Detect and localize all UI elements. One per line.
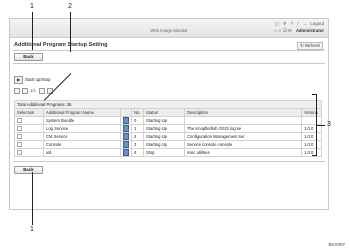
- document-icon[interactable]: [123, 133, 129, 140]
- home-icon[interactable]: ▢: [275, 21, 279, 26]
- col-version: Version: [301, 108, 322, 117]
- document-icon[interactable]: [123, 117, 129, 124]
- prev-page-icon[interactable]: [22, 88, 28, 94]
- table-row: System Bundle 0 Starting Up: [14, 116, 322, 125]
- info-icon[interactable]: i: [297, 21, 298, 26]
- col-selection: Selection: [14, 108, 44, 117]
- callout-line-4: [32, 172, 33, 225]
- figure-id: BKX007: [328, 242, 345, 247]
- header-row2: ⌂ ☆ ☑ ✉ Administrator: [274, 28, 324, 34]
- row-checkbox[interactable]: [17, 133, 22, 139]
- callout-line-1: [32, 12, 33, 50]
- table-row: Console 3 Starting Up Service console co…: [14, 140, 322, 149]
- col-no: No.: [131, 108, 144, 117]
- start-stop-icon: ▶: [14, 76, 23, 84]
- col-name: Additional Program Name: [43, 108, 121, 117]
- callout-line-2: [70, 12, 71, 52]
- row-checkbox[interactable]: [17, 141, 22, 147]
- callout-number-1: 1: [30, 3, 34, 10]
- col-description: Description: [184, 108, 302, 117]
- header-icons: ▢ ⚲ ? i → Logout: [272, 21, 324, 27]
- callout-bracket-3-bottom: [312, 155, 317, 156]
- refresh-button[interactable]: ↻ Refresh: [297, 42, 323, 50]
- next-page-icon[interactable]: [39, 88, 45, 94]
- table-header-row: Selection Additional Program Name No. St…: [14, 108, 322, 117]
- search-icon[interactable]: ⚲: [283, 21, 286, 26]
- table-caption: Total Additional Programs: 36: [14, 100, 322, 109]
- document-icon[interactable]: [123, 125, 129, 132]
- divider: [13, 161, 325, 162]
- document-icon[interactable]: [123, 149, 129, 156]
- back-button-top[interactable]: Back: [14, 53, 43, 61]
- program-table: Total Additional Programs: 36 Selection …: [14, 100, 322, 157]
- row-checkbox[interactable]: [17, 149, 22, 155]
- header-bar: ▢ ⚲ ? i → Logout Web Image Monitor ⌂ ☆ ☑ …: [10, 19, 328, 38]
- callout-bracket-3-top: [312, 94, 317, 95]
- row-checkbox[interactable]: [17, 125, 22, 131]
- table-row: CM Service 2 Starting Up Configuration M…: [14, 132, 322, 141]
- col-status: Status: [143, 108, 185, 117]
- table-row: util 4 Stop misc utilities 1.0.0: [14, 148, 322, 157]
- divider: [13, 63, 325, 64]
- col-doc: [120, 108, 132, 117]
- status-icons: ⌂ ☆ ☑ ✉: [274, 28, 292, 33]
- first-page-icon[interactable]: [14, 88, 20, 94]
- callout-number-2: 2: [68, 3, 72, 10]
- callout-line-3: [317, 125, 325, 126]
- logout-link[interactable]: → Logout: [303, 21, 324, 26]
- divider: [13, 50, 325, 51]
- browser-window: ▢ ⚲ ? i → Logout Web Image Monitor ⌂ ☆ ☑ …: [9, 18, 329, 210]
- user-label: Administrator: [295, 28, 324, 33]
- table-row: Log Service 1 Starting Up The Knopflerfi…: [14, 124, 322, 133]
- back-button-bottom[interactable]: Back: [14, 166, 43, 174]
- start-stop-button[interactable]: ▶ Start up/Stop: [14, 76, 51, 84]
- document-icon[interactable]: [123, 141, 129, 148]
- help-icon[interactable]: ?: [291, 21, 294, 26]
- callout-number-4: 1: [30, 226, 34, 233]
- row-checkbox[interactable]: [17, 117, 22, 123]
- callout-number-3: 3: [327, 121, 331, 128]
- page-title: Additional Program Startup Setting: [14, 42, 108, 48]
